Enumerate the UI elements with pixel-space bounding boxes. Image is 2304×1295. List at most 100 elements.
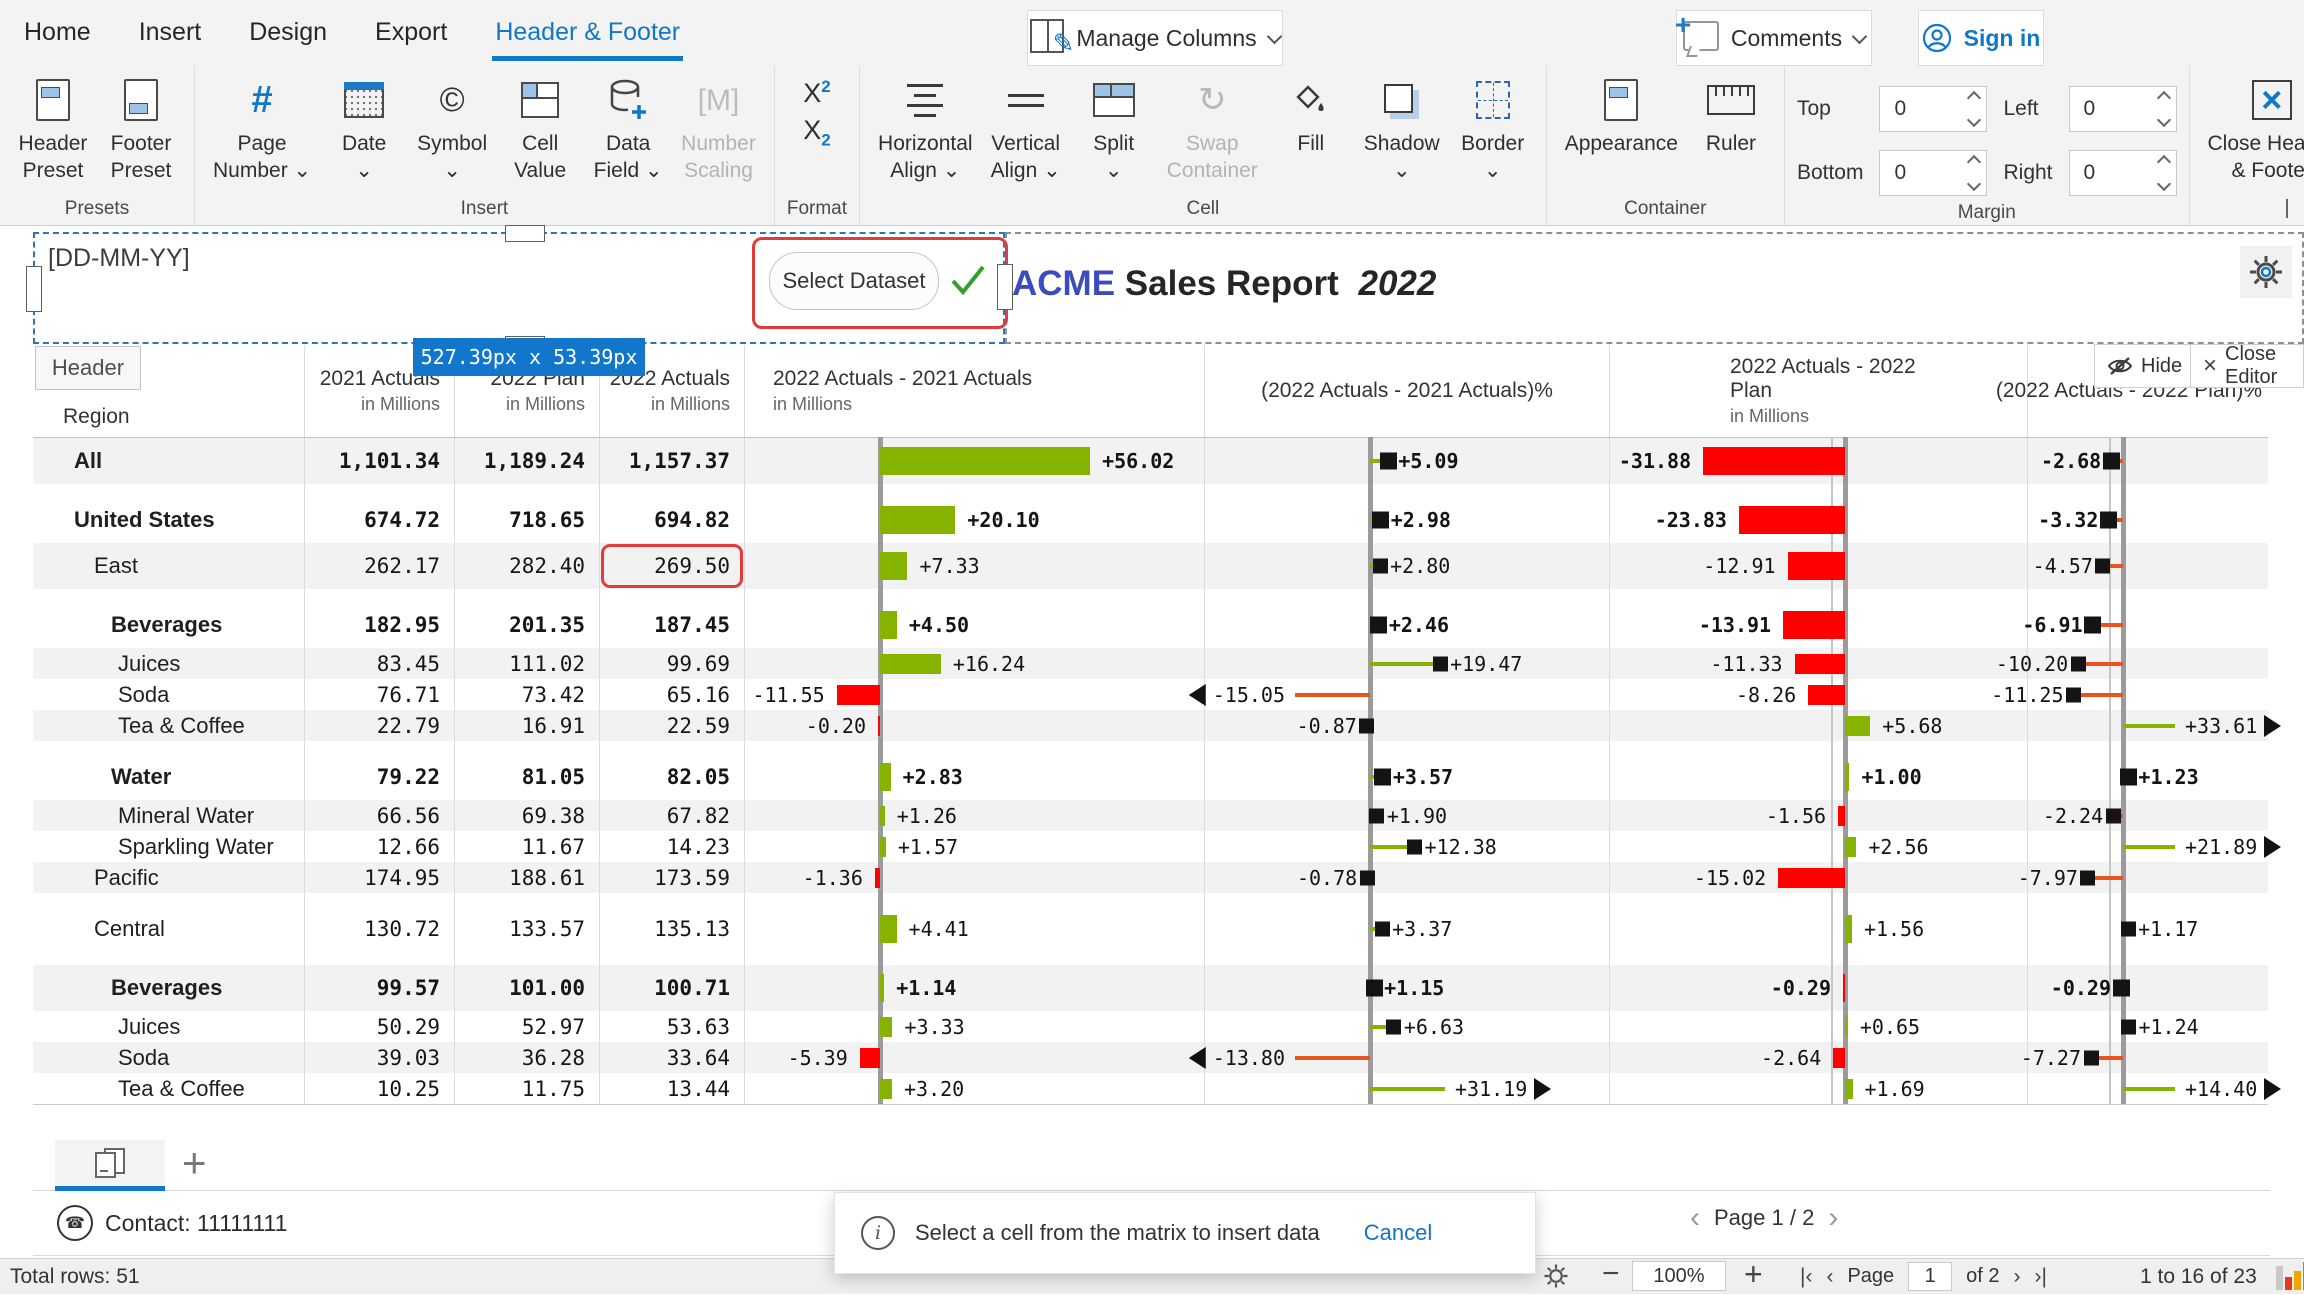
matrix-cell[interactable]: 174.95 bbox=[305, 862, 455, 893]
matrix-row-pacific[interactable]: Pacific174.95188.61173.59-1.36-0.78-15.0… bbox=[33, 862, 2268, 893]
last-page-button[interactable]: ›| bbox=[2035, 1265, 2047, 1289]
matrix-cell[interactable] bbox=[455, 741, 600, 754]
margin-left-stepper[interactable]: 0 bbox=[2069, 86, 2177, 132]
matrix-row-mineral-water[interactable]: Mineral Water66.5669.3867.82+1.26+1.90-1… bbox=[33, 800, 2268, 831]
superscript-button[interactable]: X2 bbox=[803, 78, 830, 107]
matrix-cell[interactable]: 262.17 bbox=[305, 543, 455, 589]
matrix-cell[interactable] bbox=[600, 484, 745, 497]
matrix-cell[interactable]: 135.13 bbox=[600, 906, 745, 952]
matrix-row-tea-coffee[interactable]: Tea & Coffee22.7916.9122.59-0.20-0.87+5.… bbox=[33, 710, 2268, 741]
matrix-cell[interactable]: 1,101.34 bbox=[305, 438, 455, 484]
matrix-cell[interactable] bbox=[305, 893, 455, 906]
symbol-button[interactable]: ©Symbol⌄ bbox=[411, 72, 493, 186]
matrix-cell[interactable]: 16.91 bbox=[455, 710, 600, 741]
matrix-cell[interactable] bbox=[305, 741, 455, 754]
matrix-cell[interactable]: 718.65 bbox=[455, 497, 600, 543]
ruler-button[interactable]: Ruler bbox=[1690, 72, 1772, 159]
next-page-chevron[interactable]: › bbox=[1828, 1203, 1838, 1233]
matrix-row-juices[interactable]: Juices83.45111.0299.69+16.24+19.47-11.33… bbox=[33, 648, 2268, 679]
margin-right-stepper[interactable]: 0 bbox=[2069, 150, 2177, 196]
matrix-cell[interactable] bbox=[455, 952, 600, 965]
matrix-cell[interactable]: 100.71 bbox=[600, 965, 745, 1011]
stepper-down-icon[interactable] bbox=[1967, 177, 1981, 191]
matrix-cell[interactable] bbox=[33, 589, 305, 602]
page-number-button[interactable]: #PageNumber ⌄ bbox=[207, 72, 317, 186]
matrix-row-sparkling-water[interactable]: Sparkling Water12.6611.6714.23+1.57+12.3… bbox=[33, 831, 2268, 862]
matrix-cell[interactable]: 133.57 bbox=[455, 906, 600, 952]
matrix-cell[interactable]: 188.61 bbox=[455, 862, 600, 893]
matrix-cell[interactable]: 81.05 bbox=[455, 754, 600, 800]
matrix-cell[interactable]: 73.42 bbox=[455, 679, 600, 710]
matrix-cell[interactable]: 13.44 bbox=[600, 1073, 745, 1104]
matrix-cell[interactable]: All bbox=[33, 438, 305, 484]
settings-gear-button[interactable] bbox=[1543, 1263, 1569, 1295]
data-field-button[interactable]: DataField ⌄ bbox=[587, 72, 669, 186]
matrix-cell[interactable] bbox=[33, 952, 305, 965]
footer-preset-button[interactable]: FooterPreset bbox=[100, 72, 182, 186]
comments-button[interactable]: + Comments bbox=[1676, 10, 1872, 66]
zoom-out-button[interactable]: − bbox=[1602, 1257, 1620, 1291]
matrix-row-water[interactable]: Water79.2281.0582.05+2.83+3.57+1.00+1.23 bbox=[33, 754, 2268, 800]
matrix-cell[interactable]: Tea & Coffee bbox=[33, 710, 305, 741]
vertical-align-button[interactable]: VerticalAlign ⌄ bbox=[985, 72, 1067, 186]
matrix-cell[interactable]: 173.59 bbox=[600, 862, 745, 893]
matrix-cell[interactable] bbox=[33, 484, 305, 497]
matrix-cell[interactable]: Juices bbox=[33, 1011, 305, 1042]
matrix-cell[interactable] bbox=[455, 589, 600, 602]
tab-header-footer[interactable]: Header & Footer bbox=[495, 0, 680, 64]
next-page-button[interactable]: › bbox=[2014, 1265, 2021, 1289]
matrix-cell[interactable] bbox=[455, 893, 600, 906]
matrix-row-tea-coffee[interactable]: Tea & Coffee10.2511.7513.44+3.20+31.19+1… bbox=[33, 1073, 2268, 1104]
matrix-cell[interactable]: 11.67 bbox=[455, 831, 600, 862]
matrix-cell[interactable]: 50.29 bbox=[305, 1011, 455, 1042]
matrix-cell[interactable]: 674.72 bbox=[305, 497, 455, 543]
hide-button[interactable]: Hide bbox=[2094, 344, 2195, 388]
date-placeholder-text[interactable]: [DD-MM-YY] bbox=[48, 244, 190, 273]
zoom-in-button[interactable]: + bbox=[1744, 1256, 1763, 1293]
stepper-up-icon[interactable] bbox=[2156, 155, 2170, 169]
matrix-cell[interactable]: 1,157.37 bbox=[600, 438, 745, 484]
matrix-cell[interactable]: 201.35 bbox=[455, 602, 600, 648]
tab-export[interactable]: Export bbox=[375, 0, 447, 64]
matrix-cell[interactable] bbox=[600, 893, 745, 906]
resize-handle-right[interactable] bbox=[997, 264, 1013, 310]
matrix-cell[interactable]: 79.22 bbox=[305, 754, 455, 800]
matrix-cell[interactable] bbox=[305, 484, 455, 497]
stepper-up-icon[interactable] bbox=[2156, 91, 2170, 105]
matrix-cell[interactable]: Beverages bbox=[33, 602, 305, 648]
header-section-chip[interactable]: Header bbox=[35, 346, 141, 390]
tab-design[interactable]: Design bbox=[249, 0, 327, 64]
matrix-cell[interactable] bbox=[600, 589, 745, 602]
matrix-cell[interactable]: 187.45 bbox=[600, 602, 745, 648]
add-sheet-button[interactable]: + bbox=[182, 1142, 207, 1184]
matrix-cell[interactable] bbox=[600, 741, 745, 754]
matrix-cell[interactable]: 282.40 bbox=[455, 543, 600, 589]
matrix-cell[interactable]: Sparkling Water bbox=[33, 831, 305, 862]
matrix-cell[interactable]: 101.00 bbox=[455, 965, 600, 1011]
matrix-cell[interactable]: East bbox=[33, 543, 305, 589]
prev-page-button[interactable]: ‹ bbox=[1826, 1265, 1833, 1289]
matrix-cell[interactable]: 14.23 bbox=[600, 831, 745, 862]
matrix-cell[interactable]: 53.63 bbox=[600, 1011, 745, 1042]
matrix-cell[interactable] bbox=[33, 893, 305, 906]
matrix-cell[interactable]: Soda bbox=[33, 679, 305, 710]
tab-home[interactable]: Home bbox=[24, 0, 91, 64]
matrix-cell[interactable]: United States bbox=[33, 497, 305, 543]
collapse-ribbon-button[interactable] bbox=[2286, 199, 2288, 217]
matrix-cell[interactable]: 10.25 bbox=[305, 1073, 455, 1104]
matrix-cell[interactable] bbox=[455, 484, 600, 497]
matrix-cell[interactable]: 99.69 bbox=[600, 648, 745, 679]
stepper-down-icon[interactable] bbox=[2156, 177, 2170, 191]
zoom-level-field[interactable]: 100% bbox=[1632, 1261, 1726, 1291]
matrix-cell[interactable]: Juices bbox=[33, 648, 305, 679]
matrix-cell[interactable] bbox=[305, 589, 455, 602]
prev-page-chevron[interactable]: ‹ bbox=[1690, 1203, 1700, 1233]
matrix-cell[interactable]: 269.50 bbox=[600, 543, 745, 589]
page-number-input[interactable]: 1 bbox=[1908, 1262, 1952, 1291]
matrix-cell[interactable]: Tea & Coffee bbox=[33, 1073, 305, 1104]
matrix-row-all[interactable]: All1,101.341,189.241,157.37+56.02+5.09-3… bbox=[33, 438, 2268, 484]
matrix-cell[interactable]: Water bbox=[33, 754, 305, 800]
matrix-cell[interactable]: 82.05 bbox=[600, 754, 745, 800]
header-preset-button[interactable]: HeaderPreset bbox=[12, 72, 94, 186]
close-editor-button[interactable]: × Close Editor bbox=[2190, 344, 2304, 388]
